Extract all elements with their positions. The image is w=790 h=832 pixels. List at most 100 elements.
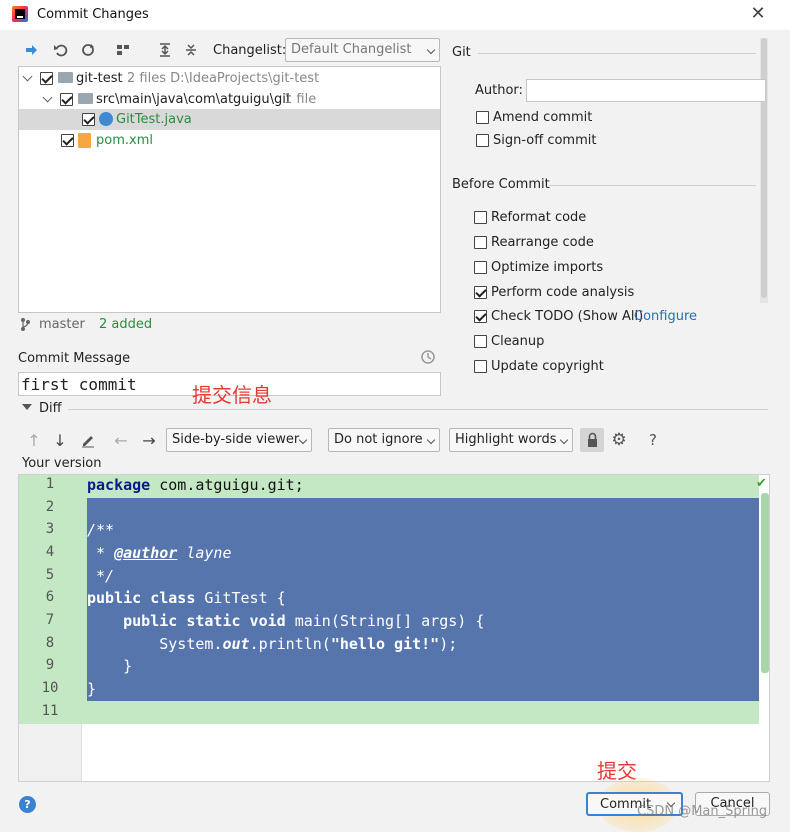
gittest-name: GitTest.java [116,112,192,127]
collapse-arrow-icon[interactable] [22,71,33,82]
gear-icon[interactable]: ⚙ [609,430,629,450]
commit-message-annotation: 提交信息 [192,383,272,407]
code-analysis-checkbox[interactable] [474,286,487,299]
changes-toolbar: Changelist: Default Changelist [18,38,443,64]
code-line: 6 public class GitTest { [19,589,769,612]
author-label: Author: [475,83,523,98]
diff-arrows-icon[interactable] [22,40,42,60]
expand-all-icon[interactable] [155,40,175,60]
maven-file-icon [78,133,91,148]
code-line: 4 * @author layne [19,544,769,567]
line-number: 4 [45,544,55,560]
edit-pencil-icon[interactable] [78,430,98,450]
cleanup-label[interactable]: Cleanup [491,334,544,349]
prev-change-icon[interactable]: ↑ [24,430,44,450]
diff-title[interactable]: Diff [39,401,62,416]
lock-icon[interactable] [580,428,604,452]
code-line: 11 [19,703,769,726]
folder-meta: 1 file [284,92,317,107]
amend-label[interactable]: Amend commit [493,110,592,125]
group-by-icon[interactable] [113,40,133,60]
update-copyright-label[interactable]: Update copyright [491,359,604,374]
code-line: 1 package com.atguigu.git; [19,476,769,499]
chevron-down-icon [426,45,436,55]
rearrange-label[interactable]: Rearrange code [491,235,594,250]
pom-name: pom.xml [96,133,153,148]
branch-name: master [39,317,85,332]
commit-message-text: first commit [21,375,137,394]
folder-icon [78,93,93,104]
close-icon[interactable]: ✕ [748,4,768,24]
root-meta: 2 files D:\IdeaProjects\git-test [127,71,320,86]
module-folder-icon [58,72,73,83]
line-number: 6 [45,589,55,605]
viewer-value: Side-by-side viewer [172,432,300,447]
ignore-dropdown[interactable]: Do not ignore [328,428,440,452]
optimize-imports-label[interactable]: Optimize imports [491,260,603,275]
amend-checkbox[interactable] [476,111,489,124]
code-line: 8 System.out.println("hello git!"); [19,635,769,658]
tree-row-pom[interactable]: pom.xml [19,130,440,150]
back-arrow-icon[interactable]: ← [111,430,131,450]
refresh-icon[interactable] [78,40,98,60]
check-todo-label[interactable]: Check TODO (Show All) [491,309,643,324]
code-editor[interactable]: ✔ 1 package com.atguigu.git; 2 3/** 4 * @… [18,474,770,782]
line-number: 5 [45,567,55,583]
right-scrollbar[interactable] [760,38,768,303]
intellij-logo-icon [12,6,28,22]
tree-row-gittest[interactable]: GitTest.java [19,109,440,130]
history-clock-icon[interactable] [420,349,436,365]
folder-name: src\main\java\com\atguigu\git [96,92,291,107]
collapse-all-icon[interactable] [181,40,201,60]
signoff-checkbox[interactable] [476,134,489,147]
code-analysis-label[interactable]: Perform code analysis [491,285,634,300]
help-icon[interactable]: ? [643,430,663,450]
git-section-title: Git [452,45,471,60]
chevron-down-icon [559,435,569,445]
title-bar: Commit Changes ✕ [0,0,790,30]
highlight-value: Highlight words [455,432,557,447]
folder-checkbox[interactable] [60,93,73,106]
java-class-icon [99,112,113,126]
check-todo-checkbox[interactable] [474,310,487,323]
code-line: 7 public static void main(String[] args)… [19,612,769,635]
chevron-down-icon [298,435,308,445]
signoff-label[interactable]: Sign-off commit [493,133,596,148]
rearrange-checkbox[interactable] [474,236,487,249]
code-line: 5 */ [19,567,769,590]
pom-checkbox[interactable] [61,134,74,147]
line-number: 7 [45,612,55,628]
changelist-dropdown[interactable]: Default Changelist [285,38,440,62]
reformat-label[interactable]: Reformat code [491,210,586,225]
tree-row-root[interactable]: git-test 2 files D:\IdeaProjects\git-tes… [19,68,440,88]
git-section-divider [478,53,756,54]
gittest-checkbox[interactable] [82,113,95,126]
line-number: 2 [45,499,55,515]
author-input[interactable] [526,79,766,102]
forward-arrow-icon[interactable]: → [139,430,159,450]
collapse-arrow-icon[interactable] [42,92,53,103]
commit-message-label: Commit Message [18,351,131,366]
configure-link[interactable]: Configure [634,309,697,324]
line-number: 11 [41,703,59,719]
help-circle-icon[interactable]: ? [19,796,36,813]
reformat-checkbox[interactable] [474,211,487,224]
line-number: 1 [45,476,55,492]
watermark: CSDN @Man_Spring [637,804,768,819]
before-commit-title: Before Commit [452,177,550,192]
line-number: 10 [41,680,59,696]
viewer-dropdown[interactable]: Side-by-side viewer [166,428,312,452]
line-number: 8 [45,635,55,651]
update-copyright-checkbox[interactable] [474,360,487,373]
diff-collapse-icon[interactable] [22,404,32,410]
cleanup-checkbox[interactable] [474,335,487,348]
rollback-icon[interactable] [51,40,71,60]
highlight-dropdown[interactable]: Highlight words [449,428,573,452]
tree-row-folder[interactable]: src\main\java\com\atguigu\git 1 file [19,89,440,109]
added-count: 2 added [99,317,153,332]
optimize-imports-checkbox[interactable] [474,261,487,274]
root-name: git-test [76,71,123,86]
next-change-icon[interactable]: ↓ [50,430,70,450]
file-tree[interactable]: git-test 2 files D:\IdeaProjects\git-tes… [18,66,441,313]
root-checkbox[interactable] [40,72,53,85]
